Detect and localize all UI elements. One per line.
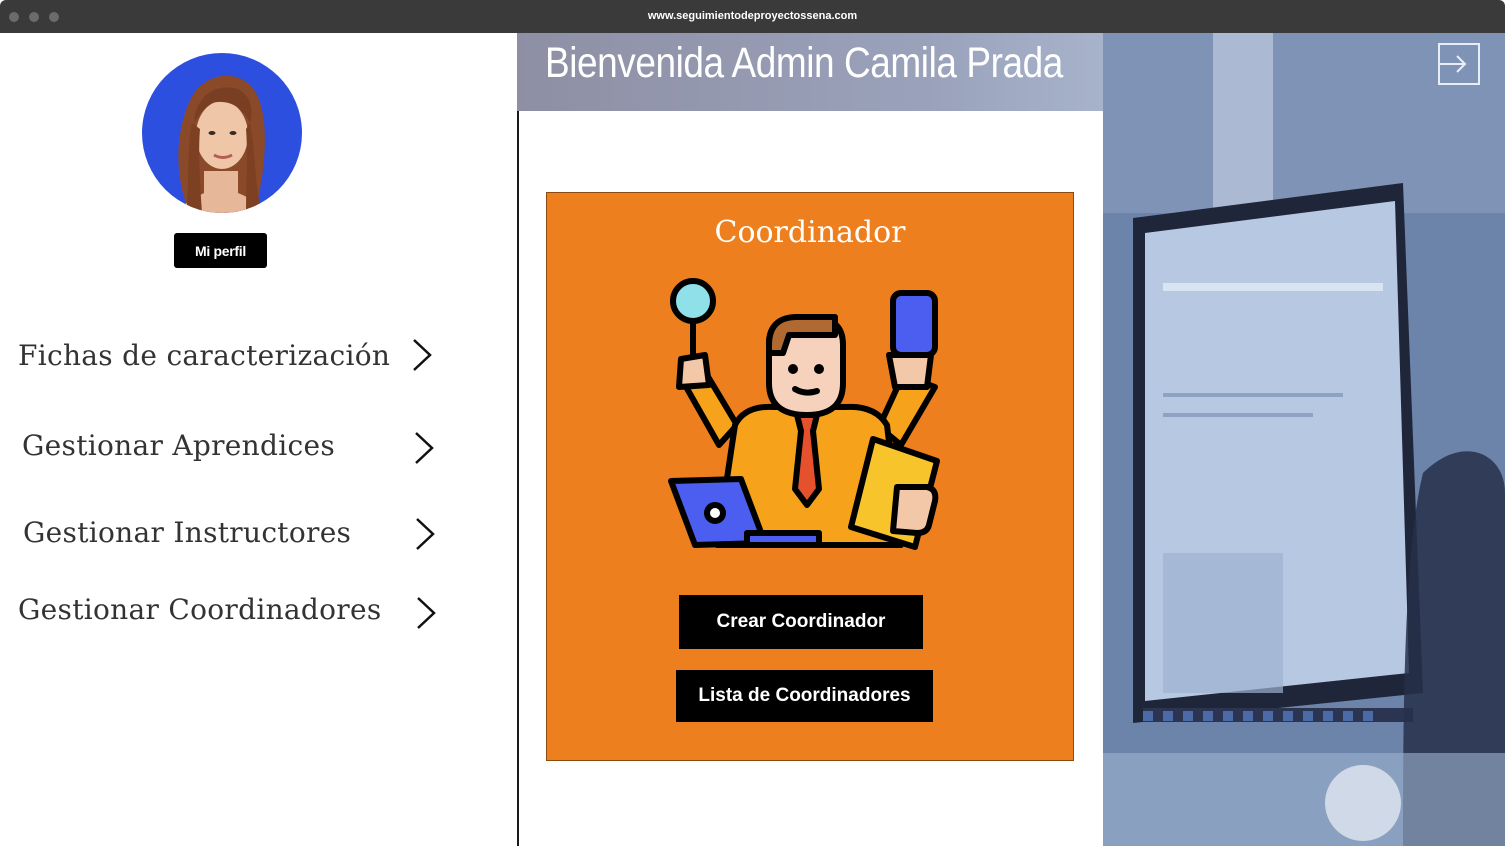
- card-title: Coordinador: [714, 215, 906, 250]
- sidebar: Mi perfil Fichas de caracterización Gest…: [0, 33, 519, 846]
- create-coordinator-button[interactable]: Crear Coordinador: [679, 595, 923, 649]
- chevron-right-icon: [416, 518, 435, 550]
- browser-chrome: www.seguimientodeproyectossena.com: [0, 0, 1505, 33]
- page-title: Bienvenida Admin Camila Prada: [545, 39, 1063, 87]
- sidebar-item-label: Gestionar Aprendices: [22, 429, 336, 462]
- chevron-right-icon: [417, 597, 436, 629]
- user-avatar: [142, 53, 302, 213]
- chevron-right-icon: [413, 339, 432, 371]
- sidebar-item-instructores[interactable]: Gestionar Instructores: [23, 510, 463, 560]
- coordinator-card: Coordinador Crear Coordinador Lista de C…: [546, 192, 1074, 761]
- sidebar-item-label: Fichas de caracterización: [18, 339, 391, 372]
- welcome-header: Bienvenida Admin Camila Prada: [517, 33, 1103, 111]
- sidebar-item-fichas[interactable]: Fichas de caracterización: [18, 333, 458, 383]
- list-coordinators-button[interactable]: Lista de Coordinadores: [676, 670, 933, 722]
- sidebar-item-aprendices[interactable]: Gestionar Aprendices: [22, 423, 462, 473]
- coordinator-illustration: [668, 278, 940, 550]
- my-profile-button[interactable]: Mi perfil: [174, 233, 267, 268]
- chevron-right-icon: [415, 432, 434, 464]
- sidebar-item-label: Gestionar Instructores: [23, 516, 352, 549]
- logout-icon[interactable]: [1437, 42, 1481, 86]
- sidebar-item-coordinadores[interactable]: Gestionar Coordinadores: [18, 587, 458, 637]
- sidebar-item-label: Gestionar Coordinadores: [18, 593, 382, 626]
- background-photo: [1103, 33, 1505, 846]
- url-bar[interactable]: www.seguimientodeproyectossena.com: [0, 10, 1505, 22]
